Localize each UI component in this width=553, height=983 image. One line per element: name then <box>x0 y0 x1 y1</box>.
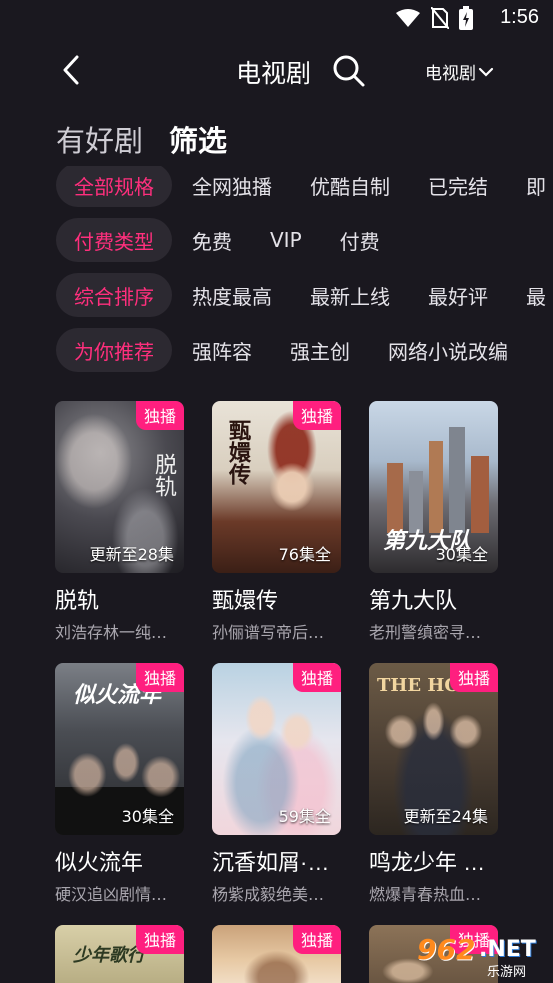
page-title: 电视剧 <box>236 60 312 88</box>
card-subtitle: 燃爆青春热血… <box>369 885 482 904</box>
tab-youhaoju[interactable]: 有好剧 <box>56 118 143 160</box>
exclusive-badge: 独播 <box>135 925 184 954</box>
episode-count: 59集全 <box>278 807 331 826</box>
card-title: 沉香如屑·… <box>212 850 330 875</box>
watermark-net: .NET <box>479 937 536 962</box>
poster-title-art: 脱轨 <box>151 453 176 497</box>
status-icons <box>395 6 473 30</box>
filter-row-spec: 全部规格 全网独播 优酷自制 已完结 即 <box>56 166 553 207</box>
exclusive-badge: 独播 <box>449 663 498 692</box>
poster: 似火流年 独播 30集全 <box>55 663 184 835</box>
drama-card[interactable]: 似火流年 独播 30集全 似火流年 硬汉追凶剧情… <box>55 663 184 905</box>
filter-option[interactable]: 优酷自制 <box>310 171 390 200</box>
top-bar: 电视剧 电视剧 <box>0 40 553 100</box>
card-title: 脱轨 <box>55 588 100 613</box>
category-select-label: 电视剧 <box>425 64 476 84</box>
no-sim-icon <box>431 7 449 29</box>
episode-count: 30集全 <box>121 807 174 826</box>
status-bar: 1:56 <box>0 0 553 36</box>
exclusive-badge: 独播 <box>135 401 184 430</box>
filter-option[interactable]: 强阵容 <box>192 336 252 365</box>
card-subtitle: 硬汉追凶剧情… <box>55 885 168 904</box>
poster: THE HO 独播 更新至24集 <box>369 663 498 835</box>
drama-card[interactable]: 少年歌行 独播 <box>55 925 184 983</box>
filter-chip-active[interactable]: 综合排序 <box>56 273 172 317</box>
battery-icon <box>459 6 473 30</box>
card-subtitle: 刘浩存林一纯… <box>55 623 168 642</box>
status-time: 1:56 <box>500 6 539 28</box>
episode-count: 更新至24集 <box>403 807 488 826</box>
filter-option[interactable]: 强主创 <box>290 336 350 365</box>
exclusive-badge: 独播 <box>292 663 341 692</box>
episode-count: 76集全 <box>278 545 331 564</box>
exclusive-badge: 独播 <box>292 925 341 954</box>
filter-option[interactable]: 付费 <box>340 226 380 255</box>
filter-row-recommend: 为你推荐 强阵容 强主创 网络小说改编 <box>56 328 526 372</box>
filter-option[interactable]: 热度最高 <box>192 281 272 310</box>
drama-card[interactable]: THE HO 独播 更新至24集 鸣龙少年 … 燃爆青春热血… <box>369 663 498 905</box>
exclusive-badge: 独播 <box>135 663 184 692</box>
filter-option[interactable]: 最 <box>526 281 546 310</box>
card-title: 甄嬛传 <box>212 588 279 613</box>
watermark-logo: 962 .NET 乐游网 <box>409 931 549 981</box>
card-subtitle: 老刑警缜密寻… <box>369 623 482 642</box>
poster: 第九大队 30集全 <box>369 401 498 573</box>
filter-chip-active[interactable]: 全部规格 <box>56 166 172 207</box>
filter-option[interactable]: 网络小说改编 <box>388 336 508 365</box>
filter-chip-active[interactable]: 付费类型 <box>56 218 172 262</box>
filter-option[interactable]: 已完结 <box>428 171 488 200</box>
filter-option[interactable]: 最新上线 <box>310 281 390 310</box>
poster: 少年歌行 独播 <box>55 925 184 983</box>
episode-count: 更新至28集 <box>89 545 174 564</box>
wifi-icon <box>396 9 420 27</box>
poster-title-art: 甄嬛传 <box>225 419 251 485</box>
drama-card[interactable]: 脱轨 独播 更新至28集 脱轨 刘浩存林一纯… <box>55 401 184 643</box>
filter-option[interactable]: 最好评 <box>428 281 488 310</box>
filter-chip-active[interactable]: 为你推荐 <box>56 328 172 372</box>
poster: 独播 59集全 <box>212 663 341 835</box>
filter-option[interactable]: 免费 <box>192 226 232 255</box>
drama-card[interactable]: 甄嬛传 独播 76集全 甄嬛传 孙俪谱写帝后… <box>212 401 341 643</box>
card-subtitle: 孙俪谱写帝后… <box>212 623 325 642</box>
drama-card[interactable]: 第九大队 30集全 第九大队 老刑警缜密寻… <box>369 401 498 643</box>
poster: 甄嬛传 独播 76集全 <box>212 401 341 573</box>
filter-option[interactable]: 全网独播 <box>192 171 272 200</box>
card-title: 第九大队 <box>369 588 458 613</box>
poster-title-art: THE HO <box>377 675 461 696</box>
filter-option[interactable]: 即 <box>526 171 546 200</box>
poster-title-art: 少年歌行 <box>73 945 145 966</box>
filter-row-sort: 综合排序 热度最高 最新上线 最好评 最 <box>56 273 553 317</box>
search-icon[interactable] <box>332 54 366 88</box>
drama-card[interactable]: 独播 59集全 沉香如屑·… 杨紫成毅绝美… <box>212 663 341 905</box>
back-icon[interactable] <box>56 54 88 86</box>
watermark-number: 962 <box>417 933 476 966</box>
poster: 脱轨 独播 更新至28集 <box>55 401 184 573</box>
card-title: 似火流年 <box>55 850 144 875</box>
drama-card[interactable]: 独播 <box>212 925 341 983</box>
card-subtitle: 杨紫成毅绝美… <box>212 885 325 904</box>
tab-filter[interactable]: 筛选 <box>169 118 227 160</box>
watermark-site: 乐游网 <box>487 965 527 980</box>
card-title: 鸣龙少年 … <box>369 850 486 875</box>
filter-row-pay: 付费类型 免费 VIP 付费 <box>56 218 398 262</box>
poster: 独播 <box>212 925 341 983</box>
category-select[interactable]: 电视剧 <box>425 59 494 84</box>
main-tabs: 有好剧 筛选 <box>56 118 227 160</box>
episode-count: 30集全 <box>435 545 488 564</box>
filter-option[interactable]: VIP <box>270 228 302 252</box>
exclusive-badge: 独播 <box>292 401 341 430</box>
filter-panel: 全部规格 全网独播 优酷自制 已完结 即 付费类型 免费 VIP 付费 综合排序… <box>0 166 553 382</box>
chevron-down-icon <box>478 67 494 77</box>
